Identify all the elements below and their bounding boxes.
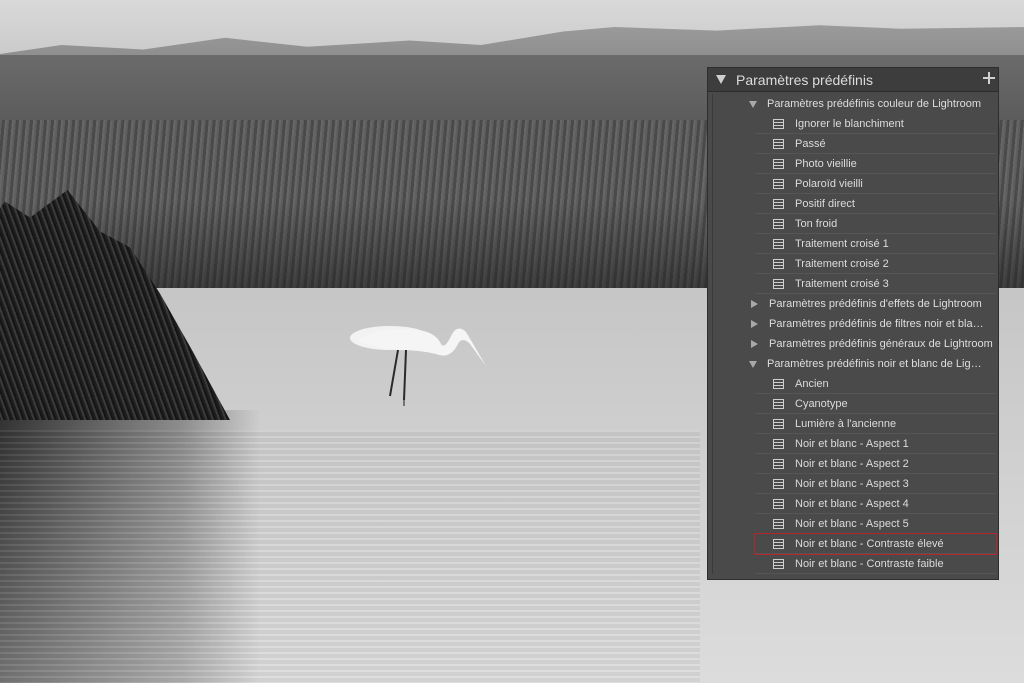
triangle-right-icon[interactable] [751,300,758,308]
preset-list-icon [773,398,784,409]
preset-folder[interactable]: Paramètres prédéfinis généraux de Lightr… [713,334,998,354]
photo-ripples [0,430,700,683]
preset-list-icon [773,158,784,169]
preset-item[interactable]: Noir et blanc - Aspect 1 [755,434,996,454]
preset-item[interactable]: Ancien [755,374,996,394]
triangle-right-icon[interactable] [751,340,758,348]
preset-item[interactable]: Photo vieillie [755,154,996,174]
preset-list-icon [773,118,784,129]
triangle-right-icon[interactable] [751,320,758,328]
preset-item-label: Passé [795,137,826,150]
preset-folder[interactable]: Paramètres prédéfinis d'effets de Lightr… [713,294,998,314]
preset-item-label: Noir et blanc - Aspect 5 [795,517,909,530]
preset-item-label: Noir et blanc - Aspect 3 [795,477,909,490]
preset-item-label: Ignorer le blanchiment [795,117,904,130]
preset-item-label: Noir et blanc - Aspect 4 [795,497,909,510]
preset-item-label: Noir et blanc - Aspect 1 [795,437,909,450]
preset-list-icon [773,558,784,569]
add-preset-plus-icon[interactable] [983,72,995,84]
preset-list-icon [773,238,784,249]
preset-item-label: Positif direct [795,197,855,210]
presets-tree: Paramètres prédéfinis couleur de Lightro… [712,94,998,574]
preset-item[interactable]: Positif direct [755,194,996,214]
preset-item-label: Cyanotype [795,397,848,410]
preset-item[interactable]: Noir et blanc - Aspect 3 [755,474,996,494]
preset-item[interactable]: Noir et blanc - Aspect 2 [755,454,996,474]
preset-list-icon [773,218,784,229]
preset-item-label: Noir et blanc - Contraste élevé [795,537,944,550]
preset-item[interactable]: Noir et blanc - Aspect 4 [755,494,996,514]
preset-item[interactable]: Traitement croisé 3 [755,274,996,294]
preset-item-label: Traitement croisé 3 [795,277,889,290]
presets-panel: Paramètres prédéfinis Paramètres prédéfi… [707,67,999,580]
preset-list-icon [773,518,784,529]
preset-folder-label: Paramètres prédéfinis noir et blanc de L… [767,358,982,370]
preset-item-label: Photo vieillie [795,157,857,170]
preset-item-label: Polaroïd vieilli [795,177,863,190]
triangle-down-icon[interactable] [749,100,757,108]
preset-folder[interactable]: Paramètres prédéfinis de filtres noir et… [713,314,998,334]
preset-item-label: Traitement croisé 1 [795,237,889,250]
preset-item-label: Lumière à l'ancienne [795,417,897,430]
preset-folder-label: Paramètres prédéfinis d'effets de Lightr… [769,298,982,310]
preset-item[interactable]: Lumière à l'ancienne [755,414,996,434]
preset-item-label: Ancien [795,377,829,390]
egret-figure [350,326,486,406]
preset-item[interactable]: Noir et blanc - Aspect 5 [755,514,996,534]
preset-item[interactable]: Cyanotype [755,394,996,414]
preset-list-icon [773,458,784,469]
triangle-down-icon[interactable] [749,360,757,368]
preset-list-icon [773,418,784,429]
preset-item-selected[interactable]: Noir et blanc - Contraste élevé [754,533,997,555]
preset-item-label: Noir et blanc - Aspect 2 [795,457,909,470]
preset-item[interactable]: Ton froid [755,214,996,234]
preset-list-icon [773,258,784,269]
preset-item-label: Noir et blanc - Contraste faible [795,557,944,570]
presets-panel-header[interactable]: Paramètres prédéfinis [708,68,998,92]
preset-list-icon [773,178,784,189]
preset-folder-label: Paramètres prédéfinis couleur de Lightro… [767,98,982,110]
presets-panel-title: Paramètres prédéfinis [736,71,873,88]
preset-list-icon [773,538,784,549]
preset-item-label: Ton froid [795,217,838,230]
preset-item-label: Traitement croisé 2 [795,257,889,270]
preset-item[interactable]: Traitement croisé 2 [755,254,996,274]
collapse-arrow-icon[interactable] [716,75,726,84]
preset-item[interactable]: Ignorer le blanchiment [755,114,996,134]
preset-folder-label: Paramètres prédéfinis généraux de Lightr… [769,338,993,350]
preset-list-icon [773,498,784,509]
preset-list-icon [773,478,784,489]
preset-list-icon [773,438,784,449]
preset-folder-label: Paramètres prédéfinis de filtres noir et… [769,318,984,330]
preset-item[interactable]: Traitement croisé 1 [755,234,996,254]
preset-item[interactable]: Polaroïd vieilli [755,174,996,194]
preset-list-icon [773,198,784,209]
preset-list-icon [773,278,784,289]
preset-item[interactable]: Passé [755,134,996,154]
preset-folder[interactable]: Paramètres prédéfinis couleur de Lightro… [713,94,998,114]
preset-list-icon [773,138,784,149]
preset-list-icon [773,378,784,389]
preset-folder[interactable]: Paramètres prédéfinis noir et blanc de L… [713,354,998,374]
preset-item[interactable]: Noir et blanc - Contraste faible [755,554,996,574]
